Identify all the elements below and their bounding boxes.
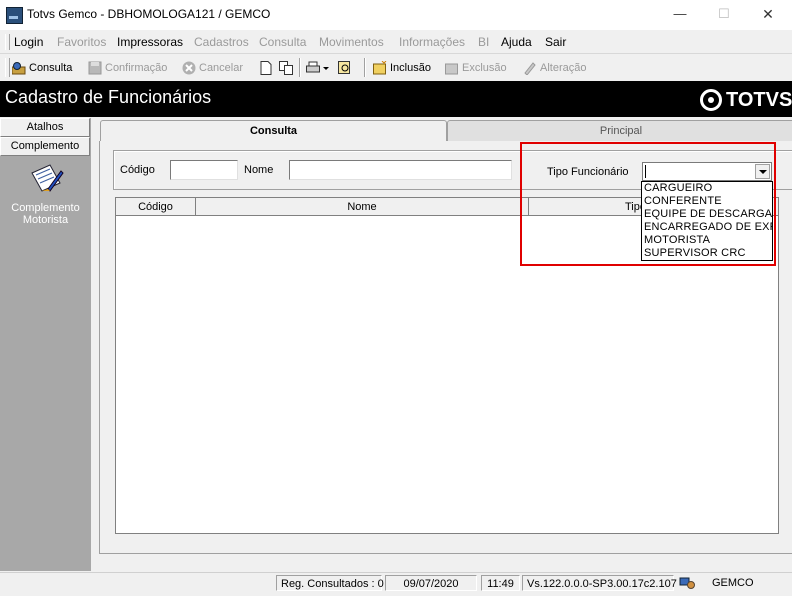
- new-document-button[interactable]: [259, 59, 273, 77]
- report-button[interactable]: [338, 59, 352, 77]
- menu-informacoes[interactable]: Informações: [399, 35, 465, 49]
- status-bar: Reg. Consultados : 0 09/07/2020 11:49 Vs…: [0, 572, 792, 593]
- window-title: Totvs Gemco - DBHOMOLOGA121 / GEMCO: [27, 7, 271, 21]
- copy-button[interactable]: [279, 59, 293, 77]
- menu-bi[interactable]: BI: [478, 35, 489, 49]
- sidebar-tab-atalhos[interactable]: Atalhos: [0, 118, 90, 137]
- cancel-x-icon: [182, 61, 196, 75]
- totvs-logo: TOTVS: [700, 87, 792, 113]
- toolbar-grip: [5, 58, 10, 77]
- menu-cadastros[interactable]: Cadastros: [194, 35, 249, 49]
- sidebar-tab-complemento[interactable]: Complemento: [0, 137, 90, 156]
- codigo-label: Código: [120, 164, 155, 176]
- complemento-motorista-shortcut[interactable]: Complemento Motorista: [0, 202, 91, 226]
- inclusao-label: Inclusão: [390, 62, 431, 74]
- column-header-nome[interactable]: Nome: [196, 198, 529, 216]
- shortcut-label-line2: Motorista: [22, 214, 69, 226]
- title-bar: Totvs Gemco - DBHOMOLOGA121 / GEMCO — ☐ …: [0, 0, 792, 30]
- shortcut-label-line1: Complemento: [11, 202, 80, 214]
- inclusao-button[interactable]: Inclusão: [373, 59, 431, 77]
- header-banner: Cadastro de Funcionários TOTVS: [0, 81, 792, 117]
- menu-sair[interactable]: Sair: [545, 35, 566, 49]
- menu-bar: Login Favoritos Impressoras Cadastros Co…: [0, 31, 792, 54]
- menu-favoritos[interactable]: Favoritos: [57, 35, 106, 49]
- menu-ajuda[interactable]: Ajuda: [501, 35, 532, 49]
- page-title: Cadastro de Funcionários: [5, 87, 212, 107]
- menu-movimentos[interactable]: Movimentos: [319, 35, 384, 49]
- edit-pencil-icon: [523, 61, 537, 76]
- new-document-icon: [259, 61, 273, 75]
- add-folder-icon: [373, 60, 387, 75]
- save-disk-icon: [88, 61, 102, 75]
- cancelar-label: Cancelar: [199, 62, 244, 74]
- alteracao-button[interactable]: Alteração: [523, 59, 586, 77]
- user-network-icon: [679, 575, 695, 591]
- nome-input[interactable]: [289, 160, 512, 180]
- status-version: Vs.122.0.0.0-SP3.00.17c2.107: [522, 575, 677, 591]
- status-time: 11:49: [481, 575, 520, 591]
- totvs-logo-icon: [700, 89, 722, 111]
- toolbar-separator: [364, 58, 366, 77]
- shortcuts-sidebar: Atalhos Complemento Complemento Motorist…: [0, 118, 91, 571]
- print-button[interactable]: [306, 59, 329, 77]
- alteracao-label: Alteração: [540, 62, 587, 74]
- maximize-button[interactable]: ☐: [702, 3, 746, 25]
- cancelar-button[interactable]: Cancelar: [182, 59, 243, 77]
- menu-login[interactable]: Login: [14, 35, 43, 49]
- menu-consulta[interactable]: Consulta: [259, 35, 306, 49]
- app-icon: [6, 7, 23, 24]
- exclusao-button[interactable]: Exclusão: [445, 59, 507, 77]
- search-binoculars-icon: [11, 61, 26, 75]
- printer-icon: [306, 61, 320, 75]
- copy-pages-icon: [279, 61, 293, 75]
- tab-consulta[interactable]: Consulta: [100, 120, 447, 142]
- menu-grip: [5, 34, 10, 50]
- status-user: GEMCO: [712, 577, 754, 589]
- codigo-input[interactable]: [170, 160, 238, 180]
- consulta-button[interactable]: Consulta: [11, 59, 73, 77]
- clipboard-pencil-icon[interactable]: [28, 163, 64, 195]
- confirmacao-button[interactable]: Confirmação: [88, 59, 167, 77]
- toolbar-separator: [299, 58, 301, 77]
- column-header-codigo[interactable]: Código: [116, 198, 196, 216]
- menu-impressoras[interactable]: Impressoras: [117, 35, 183, 49]
- minimize-button[interactable]: —: [658, 3, 702, 25]
- status-date: 09/07/2020: [385, 575, 477, 591]
- consulta-label: Consulta: [29, 62, 73, 74]
- close-button[interactable]: ✕: [746, 3, 790, 25]
- tab-principal[interactable]: Principal: [447, 120, 792, 143]
- delete-icon: [445, 61, 459, 75]
- highlight-box: [520, 142, 776, 266]
- report-magnifier-icon: [338, 61, 352, 75]
- chevron-down-icon: [323, 61, 329, 75]
- toolbar: Consulta Confirmação Cancelar Inclusão E…: [0, 55, 792, 80]
- status-reg-consultados: Reg. Consultados : 0: [276, 575, 384, 591]
- nome-label: Nome: [244, 164, 274, 176]
- logo-text: TOTVS: [726, 88, 792, 111]
- exclusao-label: Exclusão: [462, 62, 507, 74]
- confirmacao-label: Confirmação: [105, 62, 168, 74]
